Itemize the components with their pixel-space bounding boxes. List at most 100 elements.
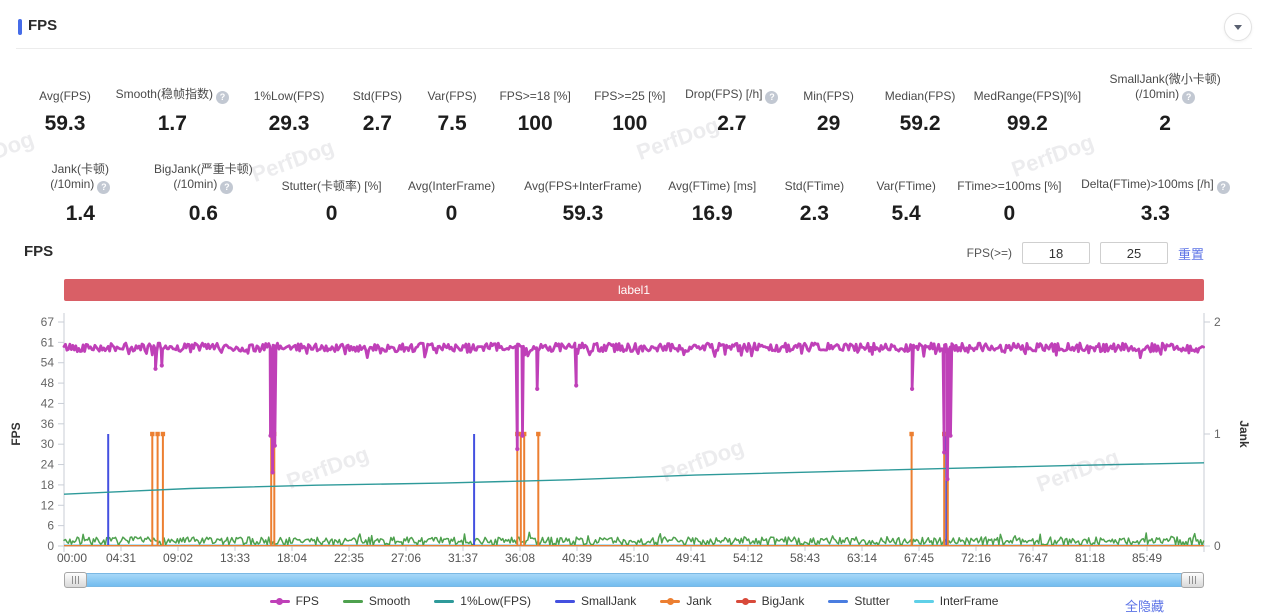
divider — [16, 48, 1252, 49]
metric-min-fps: Min(FPS) 29 — [785, 58, 871, 136]
metric-label: 1%Low(FPS) — [254, 89, 325, 104]
help-icon[interactable]: ? — [1182, 91, 1195, 104]
legend-item-smooth[interactable]: Smooth — [343, 594, 410, 608]
metric-label: Delta(FTime)>100ms [/h]? — [1081, 177, 1230, 194]
metric-label: Avg(FPS+InterFrame) — [524, 179, 641, 194]
metric-medrange-fps-%: MedRange(FPS)[%]99.2 — [968, 58, 1086, 136]
help-icon[interactable]: ? — [1217, 181, 1230, 194]
svg-text:81:18: 81:18 — [1075, 551, 1105, 565]
metric-value: 0 — [446, 202, 458, 226]
legend-item-jank[interactable]: Jank — [660, 594, 711, 608]
metric-avg-fps: Avg(FPS)59.3 — [24, 58, 106, 136]
svg-text:FPS: FPS — [9, 422, 23, 445]
metric-label: Avg(InterFrame) — [408, 179, 495, 194]
metrics-row-2: Jank(卡顿)(/10min)? 1.4 BigJank(严重卡顿)(/10min… — [24, 148, 1244, 226]
metric-avg-fps-interframe: Avg(FPS+InterFrame) 59.3 — [510, 148, 656, 226]
chart-label-band: label1 — [64, 279, 1204, 301]
legend-marker-icon — [555, 596, 575, 606]
svg-text:49:41: 49:41 — [676, 551, 706, 565]
legend-item-1%low-fps-[interactable]: 1%Low(FPS) — [434, 594, 531, 608]
metric-value: 100 — [612, 112, 647, 136]
chart-range-scrollbar[interactable] — [64, 572, 1204, 588]
metric-value: 59.3 — [562, 202, 603, 226]
chart-section-title: FPS — [24, 243, 53, 260]
scrollbar-track[interactable] — [64, 573, 1204, 587]
metric-value: 16.9 — [692, 202, 733, 226]
metric-1%low-fps: 1%Low(FPS)29.3 — [239, 58, 340, 136]
legend-label: Smooth — [369, 594, 410, 608]
fps-filter-bar: FPS(>=) 重置 — [967, 241, 1204, 265]
metric-ftime-100ms-%: FTime>=100ms [%]0 — [952, 148, 1067, 226]
metric-value: 1.7 — [158, 112, 187, 136]
metric-label: Std(FPS) — [353, 89, 402, 104]
metric-value: 59.2 — [900, 112, 941, 136]
metric-value: 29 — [817, 112, 840, 136]
metric-label: Jank(卡顿)(/10min)? — [50, 162, 110, 194]
collapse-button[interactable] — [1224, 13, 1252, 41]
chart-legend: FPS Smooth 1%Low(FPS) SmallJank Jank BigJank S… — [64, 594, 1204, 608]
help-icon[interactable]: ? — [216, 91, 229, 104]
metric-avg-ftime-ms: Avg(FTime) [ms]16.9 — [656, 148, 769, 226]
svg-text:48: 48 — [41, 376, 55, 390]
metric-value: 1.4 — [66, 202, 95, 226]
metric-value: 3.3 — [1141, 202, 1170, 226]
metric-avg-interframe: Avg(InterFrame) 0 — [393, 148, 510, 226]
legend-marker-icon — [660, 596, 680, 606]
metric-label: Median(FPS) — [885, 89, 956, 104]
help-icon[interactable]: ? — [765, 91, 778, 104]
svg-text:67: 67 — [41, 315, 55, 329]
svg-text:0: 0 — [47, 539, 54, 553]
scrollbar-right-handle[interactable] — [1181, 572, 1204, 588]
svg-text:58:43: 58:43 — [790, 551, 820, 565]
metric-value: 59.3 — [45, 112, 86, 136]
svg-text:18: 18 — [41, 478, 55, 492]
metric-smooth: Smooth(稳帧指数)?1.7 — [106, 58, 239, 136]
fps-timeline-chart[interactable]: 676154484236302418126021000:0004:3109:02… — [0, 300, 1268, 570]
metric-var-fps: Var(FPS)7.5 — [415, 58, 489, 136]
metric-stutter-%: Stutter(卡顿率) [%]0 — [270, 148, 393, 226]
legend-item-interframe[interactable]: InterFrame — [914, 594, 999, 608]
svg-text:72:16: 72:16 — [961, 551, 991, 565]
metric-label: Stutter(卡顿率) [%] — [282, 179, 382, 194]
metric-label: FPS>=18 [%] — [499, 89, 570, 104]
hide-all-link[interactable]: 全隐藏 — [1125, 596, 1164, 615]
metric-std-fps: Std(FPS)2.7 — [340, 58, 416, 136]
svg-text:54: 54 — [41, 356, 55, 370]
metric-fps-25-%: FPS>=25 [%]100 — [581, 58, 678, 136]
metric-drop-fps-h: Drop(FPS) [/h]?2.7 — [678, 58, 785, 136]
metric-label: SmallJank(微小卡顿)(/10min)? — [1109, 72, 1220, 104]
metric-value: 0 — [1004, 202, 1016, 226]
metric-label: Var(FPS) — [427, 89, 476, 104]
help-icon[interactable]: ? — [97, 181, 110, 194]
legend-marker-icon — [914, 596, 934, 606]
legend-item-fps[interactable]: FPS — [270, 594, 319, 608]
metric-label: Min(FPS) — [803, 89, 854, 104]
svg-text:27:06: 27:06 — [391, 551, 421, 565]
metric-bigjank: BigJank(严重卡顿)(/10min)?0.6 — [137, 148, 270, 226]
metric-value: 100 — [518, 112, 553, 136]
svg-text:00:00: 00:00 — [57, 551, 87, 565]
legend-item-smalljank[interactable]: SmallJank — [555, 594, 636, 608]
svg-text:04:31: 04:31 — [106, 551, 136, 565]
legend-item-bigjank[interactable]: BigJank — [736, 594, 805, 608]
metric-value: 5.4 — [892, 202, 921, 226]
fps-threshold-input-2[interactable] — [1100, 242, 1168, 264]
legend-marker-icon — [828, 596, 848, 606]
metric-jank: Jank(卡顿)(/10min)? 1.4 — [24, 148, 137, 226]
svg-text:61: 61 — [41, 335, 55, 349]
fps-threshold-input-1[interactable] — [1022, 242, 1090, 264]
svg-text:30: 30 — [41, 437, 55, 451]
metric-median-fps: Median(FPS) 59.2 — [872, 58, 969, 136]
svg-text:54:12: 54:12 — [733, 551, 763, 565]
svg-text:2: 2 — [1214, 315, 1221, 329]
svg-text:6: 6 — [47, 519, 54, 533]
help-icon[interactable]: ? — [220, 181, 233, 194]
metric-label: Drop(FPS) [/h]? — [685, 87, 778, 104]
metrics-row-1: Avg(FPS)59.3Smooth(稳帧指数)?1.71%Low(FPS)29… — [24, 58, 1244, 136]
scrollbar-left-handle[interactable] — [64, 572, 87, 588]
legend-label: 1%Low(FPS) — [460, 594, 531, 608]
svg-text:0: 0 — [1214, 539, 1221, 553]
legend-item-stutter[interactable]: Stutter — [828, 594, 889, 608]
reset-link[interactable]: 重置 — [1178, 244, 1204, 263]
svg-text:42: 42 — [41, 396, 55, 410]
